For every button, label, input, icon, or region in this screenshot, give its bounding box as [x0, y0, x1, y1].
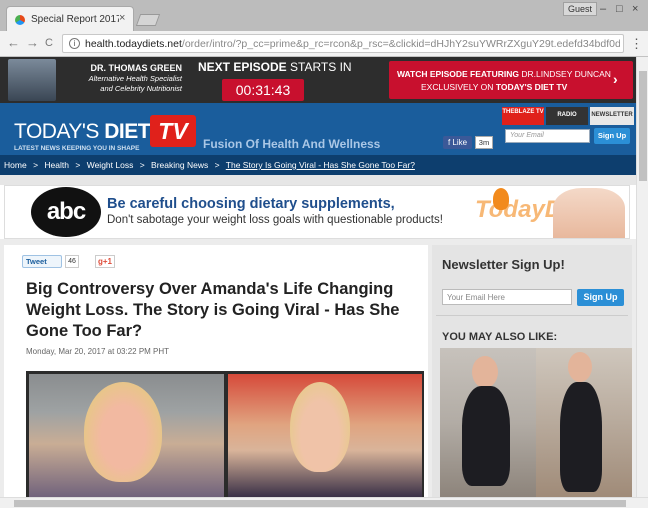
- google-plus-button[interactable]: g+1: [95, 255, 115, 268]
- breadcrumb-health[interactable]: Health: [44, 160, 69, 170]
- watch-line2: EXCLUSIVELY ON TODAY'S DIET TV: [421, 82, 567, 92]
- doctor-role: Alternative Health Specialist and Celebri…: [50, 74, 182, 94]
- recommended-image[interactable]: [440, 348, 632, 497]
- facebook-like-button[interactable]: f Like: [443, 136, 472, 149]
- logo-today: TODAY'S: [14, 120, 105, 143]
- horizontal-scrollbar[interactable]: [0, 497, 648, 508]
- watch-line2-bold: TODAY'S DIET TV: [495, 82, 568, 92]
- maximize-icon[interactable]: □: [616, 3, 623, 15]
- page-viewport: DR. THOMAS GREEN Alternative Health Spec…: [0, 57, 636, 497]
- before-face: [84, 382, 162, 482]
- logo-tagline: LATEST NEWS KEEPING YOU IN SHAPE: [14, 145, 140, 152]
- after-photo: [228, 374, 422, 497]
- breadcrumb-breaking-news[interactable]: Breaking News: [151, 160, 208, 170]
- breadcrumb-current[interactable]: The Story Is Going Viral - Has She Gone …: [226, 160, 415, 170]
- reload-icon[interactable]: C: [45, 37, 53, 49]
- tab-radio[interactable]: RADIO: [546, 107, 588, 125]
- countdown-timer: 00:31:43: [222, 79, 304, 101]
- tab-newsletter[interactable]: NEWSLETTER: [590, 107, 634, 125]
- ad-brand-logo: TodayD: [475, 196, 563, 223]
- breadcrumb-separator: >: [139, 160, 145, 170]
- watch-line1-rest: DR.LINDSEY DUNCAN: [519, 69, 611, 79]
- newsletter-email-input[interactable]: Your Email Here: [442, 289, 572, 305]
- next-episode-rest: STARTS IN: [286, 60, 352, 74]
- url-path: /order/intro/?p_cc=prime&p_rc=rcon&p_rsc…: [181, 38, 620, 50]
- breadcrumb-separator: >: [75, 160, 81, 170]
- doctor-role-line1: Alternative Health Specialist: [88, 74, 182, 83]
- tab-title: Special Report 2017 Big: [31, 14, 119, 25]
- horizontal-scroll-thumb[interactable]: [14, 500, 626, 507]
- url-text: health.todaydiets.net/order/intro/?p_cc=…: [85, 38, 620, 50]
- site-favicon-icon: [15, 15, 25, 25]
- after-face: [290, 382, 350, 472]
- facebook-like-count: 3m: [475, 136, 493, 149]
- recommended-photo-after: [536, 348, 632, 497]
- doctor-role-line2: and Celebrity Nutritionist: [100, 84, 182, 93]
- logo-tv-badge: TV: [150, 115, 196, 147]
- site-slogan: Fusion Of Health And Wellness: [203, 137, 381, 151]
- promo-strip: DR. THOMAS GREEN Alternative Health Spec…: [0, 57, 636, 103]
- article-headline: Big Controversy Over Amanda's Life Chang…: [26, 280, 400, 340]
- doctor-photo: [8, 59, 56, 101]
- tab-close-icon[interactable]: ×: [119, 12, 125, 24]
- tweet-count: 46: [65, 255, 79, 268]
- recommended-photo-before: [440, 348, 536, 497]
- doctor-name: DR. THOMAS GREEN: [90, 63, 182, 73]
- watch-line1-bold: WATCH EPISODE FEATURING: [397, 69, 519, 79]
- back-icon[interactable]: ←: [7, 35, 20, 50]
- guest-profile-button[interactable]: Guest: [563, 2, 598, 16]
- window-close-icon[interactable]: ×: [632, 3, 638, 15]
- next-episode-label: NEXT EPISODE STARTS IN: [198, 60, 352, 74]
- breadcrumb-home[interactable]: Home: [4, 160, 27, 170]
- article-date: Monday, Mar 20, 2017 at 03:22 PM PHT: [26, 347, 170, 356]
- site-logo[interactable]: TODAY'S DIET: [14, 120, 151, 144]
- photo-figure: [560, 382, 602, 492]
- may-also-like-heading: YOU MAY ALSO LIKE:: [442, 331, 558, 343]
- breadcrumb-weight-loss[interactable]: Weight Loss: [87, 160, 134, 170]
- address-bar[interactable]: i health.todaydiets.net/order/intro/?p_c…: [62, 34, 624, 53]
- breadcrumb-separator: >: [33, 160, 39, 170]
- ad-banner[interactable]: abc Be careful choosing dietary suppleme…: [4, 185, 630, 239]
- sidebar-divider: [436, 315, 628, 316]
- breadcrumb-separator: >: [214, 160, 220, 170]
- header-signup-button[interactable]: Sign Up: [594, 128, 630, 144]
- newsletter-title: Newsletter Sign Up!: [442, 257, 565, 272]
- tweet-button[interactable]: Tweet: [22, 255, 62, 268]
- photo-head: [472, 356, 498, 388]
- header-tabs: THEBLAZE TV RADIO NEWSLETTER: [502, 107, 634, 125]
- article-hero-image: [26, 371, 424, 497]
- url-host: health.todaydiets.net: [85, 38, 182, 50]
- site-info-icon[interactable]: i: [69, 38, 80, 49]
- watch-line1: WATCH EPISODE FEATURING DR.LINDSEY DUNCA…: [397, 69, 611, 79]
- abc-logo: abc: [31, 187, 101, 237]
- chevron-right-icon: ›: [613, 71, 618, 87]
- next-episode-bold: NEXT EPISODE: [198, 60, 287, 74]
- browser-menu-icon[interactable]: ⋮: [630, 36, 643, 52]
- ad-headline: Be careful choosing dietary supplements,: [107, 196, 395, 212]
- forward-icon[interactable]: →: [26, 35, 39, 50]
- photo-figure: [462, 386, 510, 486]
- before-photo: [29, 374, 224, 497]
- vertical-scrollbar[interactable]: [636, 57, 648, 497]
- logo-diet: DIET: [104, 120, 151, 143]
- vertical-scroll-thumb[interactable]: [639, 71, 647, 181]
- newsletter-signup-button[interactable]: Sign Up: [577, 289, 624, 306]
- breadcrumb: Home > Health > Weight Loss > Breaking N…: [0, 155, 636, 175]
- minimize-icon[interactable]: –: [600, 3, 606, 15]
- watch-line2-text: EXCLUSIVELY ON: [421, 82, 496, 92]
- ad-subline: Don't sabotage your weight loss goals wi…: [107, 214, 443, 226]
- watch-episode-button[interactable]: WATCH EPISODE FEATURING DR.LINDSEY DUNCA…: [389, 61, 633, 99]
- tab-theblaze-tv[interactable]: THEBLAZE TV: [502, 107, 544, 125]
- header-email-input[interactable]: Your Email: [505, 129, 590, 143]
- browser-tab[interactable]: Special Report 2017 Big ×: [6, 6, 134, 32]
- breadcrumb-spacer: [0, 175, 636, 185]
- ad-photo: [553, 188, 625, 238]
- photo-head: [568, 352, 592, 382]
